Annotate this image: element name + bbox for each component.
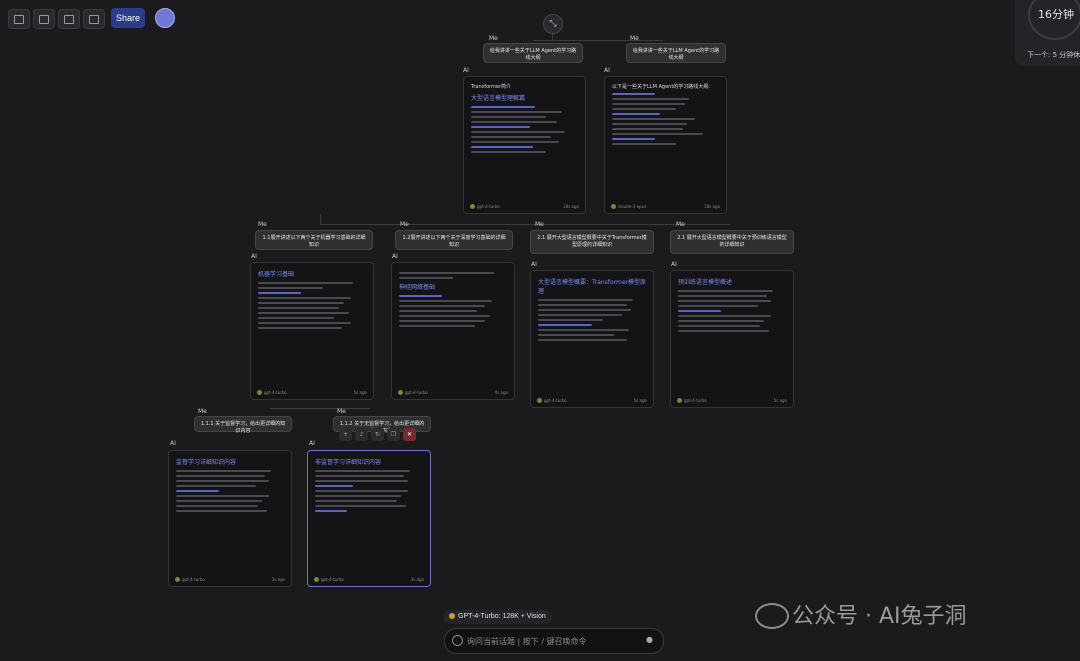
me-label: Me: [198, 408, 207, 415]
timer-value: 16分钟: [1038, 8, 1074, 21]
ai-label: AI: [671, 261, 677, 268]
wechat-icon: [755, 603, 789, 629]
collapse-icon[interactable]: ⤡: [543, 14, 563, 34]
media-button[interactable]: [58, 9, 80, 29]
card-heading: 非监督学习详细知识内容: [315, 459, 382, 466]
user-message[interactable]: 2.1 展开大型语言模型概要中关于Transformer模型原理的详细知识: [530, 230, 654, 254]
message-actions: + ♪ ↻ ❐ ✕: [339, 428, 416, 442]
input-icon: [452, 635, 463, 646]
timestamp: 3s ago: [410, 577, 424, 582]
avatar[interactable]: [155, 8, 175, 28]
share-button[interactable]: Share: [111, 8, 145, 28]
model-selector[interactable]: GPT-4-Turbo: 128K + Vision: [443, 610, 552, 624]
model-name: gpt-4-turbo: [470, 204, 500, 209]
list-view-button[interactable]: [33, 9, 55, 29]
model-icon: [449, 613, 455, 620]
model-name: claude-3-opus: [611, 204, 646, 209]
timer-next-label: 下一个: 5 分钟休息: [1027, 51, 1080, 59]
card-heading: 大型语言模型理解篇: [471, 95, 526, 102]
user-message[interactable]: 1.1展开讲述以下两个关于机器学习基础的详细知识: [255, 230, 373, 250]
response-card[interactable]: 神经网络基础 gpt-4-turbo 4s ago: [391, 262, 515, 400]
me-label: Me: [630, 35, 639, 42]
media-icon: [64, 15, 74, 24]
connector: [320, 214, 321, 224]
connector: [320, 224, 730, 225]
copy-icon[interactable]: ❐: [387, 428, 400, 441]
user-message[interactable]: 给我讲讲一些关于LLM Agent的学习路线大纲: [483, 43, 583, 63]
chat-input[interactable]: 询问当前话题 | 按下 / 键召唤命令 ●: [444, 628, 664, 654]
card-heading: 神经网络基础: [399, 284, 436, 291]
card-heading: 监督学习详细知识内容: [176, 459, 237, 466]
model-name: gpt-4-turbo: [314, 577, 344, 582]
sidebar-toggle-button[interactable]: [8, 9, 30, 29]
timestamp: 18s ago: [563, 204, 579, 209]
model-name: gpt-4-turbo: [398, 390, 428, 395]
user-message[interactable]: 给我讲讲一些关于LLM Agent的学习路线大纲: [626, 43, 726, 63]
watermark: 公众号 · AI兔子洞: [792, 604, 967, 629]
timestamp: 5s ago: [353, 390, 367, 395]
response-card[interactable]: 监督学习详细知识内容 gpt-4-turbo 3s ago: [168, 450, 292, 587]
user-message[interactable]: 2.1 展开大型语言模型概要中关于预训练语言模型的详细知识: [670, 230, 794, 254]
timestamp: 3s ago: [271, 577, 285, 582]
card-heading: 大型语言模型概要：Transformer模型原理: [538, 279, 647, 295]
timestamp: 5s ago: [773, 398, 787, 403]
refresh-icon[interactable]: ↻: [371, 428, 384, 441]
me-label: Me: [400, 221, 409, 228]
connector: [270, 408, 370, 409]
user-message[interactable]: 1.2展开讲述以下两个关于深度学习基础的详细知识: [395, 230, 513, 250]
connector: [552, 32, 553, 40]
model-name: gpt-4-turbo: [257, 390, 287, 395]
card-title: Transformer简介: [471, 84, 512, 90]
timestamp: 5s ago: [633, 398, 647, 403]
sidebar-icon: [14, 15, 24, 24]
input-placeholder: 询问当前话题 | 按下 / 键召唤命令: [467, 637, 587, 646]
ai-label: AI: [251, 253, 257, 260]
ai-label: AI: [531, 261, 537, 268]
user-message[interactable]: 1.1.1 关于监督学习，给出更详细的知识内容: [194, 416, 292, 434]
me-label: Me: [337, 408, 346, 415]
connector: [533, 40, 663, 41]
ai-label: AI: [392, 253, 398, 260]
card-heading: 机器学习基础: [258, 271, 295, 278]
model-name: gpt-4-turbo: [677, 398, 707, 403]
response-card[interactable]: 以下是一些关于LLM Agent的学习路线大纲: claude-3-opus 1…: [604, 76, 727, 214]
response-card[interactable]: Transformer简介 大型语言模型理解篇 gpt-4-turbo 18s …: [463, 76, 586, 214]
me-label: Me: [489, 35, 498, 42]
response-card[interactable]: 机器学习基础 gpt-4-turbo 5s ago: [250, 262, 374, 400]
mic-icon[interactable]: ●: [646, 635, 653, 644]
timestamp: 4s ago: [494, 390, 508, 395]
timestamp: 18s ago: [704, 204, 720, 209]
ai-label: AI: [170, 440, 176, 447]
copy-icon: [89, 15, 99, 24]
ai-label: AI: [604, 67, 610, 74]
me-label: Me: [535, 221, 544, 228]
copy-button[interactable]: [83, 9, 105, 29]
card-heading: 预训练语言模型概述: [678, 279, 733, 286]
me-label: Me: [258, 221, 267, 228]
response-card[interactable]: 预训练语言模型概述 gpt-4-turbo 5s ago: [670, 270, 794, 408]
list-icon: [39, 15, 49, 24]
delete-icon[interactable]: ✕: [403, 428, 416, 441]
speaker-icon[interactable]: ♪: [355, 428, 368, 441]
card-title: 以下是一些关于LLM Agent的学习路线大纲:: [612, 84, 710, 90]
model-name: gpt-4-turbo: [175, 577, 205, 582]
model-name: gpt-4-turbo: [537, 398, 567, 403]
ai-label: AI: [309, 440, 315, 447]
ai-label: AI: [463, 67, 469, 74]
add-icon[interactable]: +: [339, 428, 352, 441]
me-label: Me: [676, 221, 685, 228]
response-card[interactable]: 大型语言模型概要：Transformer模型原理 gpt-4-turbo 5s …: [530, 270, 654, 408]
response-card[interactable]: 非监督学习详细知识内容 gpt-4-turbo 3s ago: [307, 450, 431, 587]
